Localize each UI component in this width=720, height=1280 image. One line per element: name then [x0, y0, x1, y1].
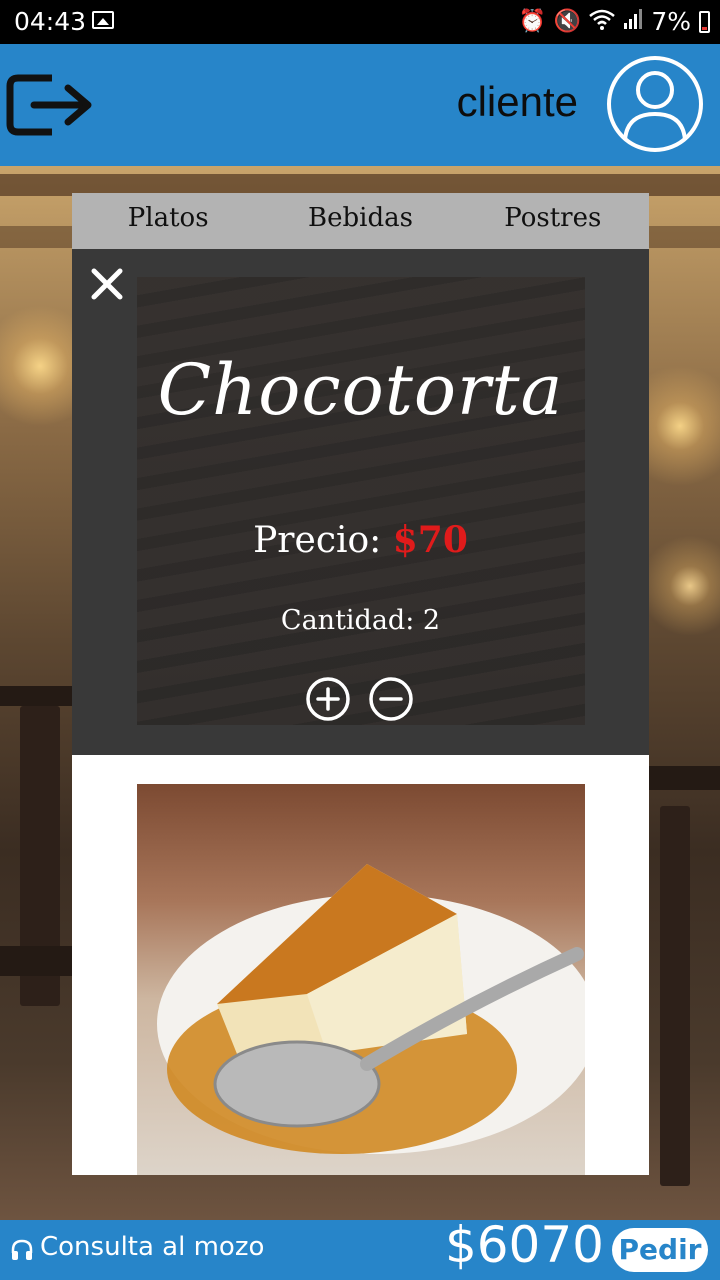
app-header: cliente: [0, 44, 720, 166]
product-card[interactable]: [72, 755, 649, 1175]
headset-icon[interactable]: [10, 1238, 34, 1262]
price-value: $70: [392, 519, 468, 561]
status-icons: ⏰ 🔇 7%: [519, 7, 710, 36]
battery-percent: 7%: [651, 7, 691, 36]
avatar-icon[interactable]: [607, 50, 703, 158]
tab-bebidas[interactable]: Bebidas: [264, 193, 456, 249]
flan-image: [137, 784, 585, 1175]
tab-platos[interactable]: Platos: [72, 193, 264, 249]
wifi-icon: [589, 8, 616, 36]
plus-circle-icon[interactable]: [305, 676, 351, 722]
logout-icon[interactable]: [6, 70, 94, 140]
price-label: Precio:: [253, 520, 382, 561]
quantity-stepper: [305, 676, 414, 722]
status-bar: 04:43 ⏰ 🔇 7%: [0, 0, 720, 44]
product-name: Chocotorta: [157, 349, 564, 431]
signal-icon: [623, 8, 643, 36]
alarm-icon: ⏰: [518, 9, 546, 34]
tab-postres[interactable]: Postres: [457, 193, 649, 249]
spoon: [213, 947, 584, 1128]
bottom-bar: Consulta al mozo $6070 Pedir: [0, 1216, 720, 1280]
call-waiter-link[interactable]: Consulta al mozo: [40, 1232, 264, 1262]
table: [0, 946, 72, 976]
minus-circle-icon[interactable]: [368, 676, 414, 722]
chocotorta-image: [137, 277, 585, 725]
table: [649, 766, 720, 790]
product-card: Chocotorta Precio: $70 Cantidad: 2: [72, 249, 649, 755]
status-time: 04:43: [14, 7, 87, 36]
order-total: $6070: [444, 1216, 604, 1274]
battery-icon: [699, 10, 710, 33]
quantity-label: Cantidad: 2: [280, 605, 441, 636]
user-name: cliente: [456, 78, 578, 125]
mute-icon: 🔇: [553, 9, 582, 34]
table: [0, 686, 72, 706]
product-price: Precio: $70: [72, 519, 649, 561]
gallery-notification-icon: [92, 11, 114, 29]
close-icon[interactable]: [90, 267, 124, 301]
order-button[interactable]: Pedir: [612, 1228, 708, 1272]
category-tabs: Platos Bebidas Postres: [72, 193, 649, 249]
chair: [660, 806, 690, 1186]
